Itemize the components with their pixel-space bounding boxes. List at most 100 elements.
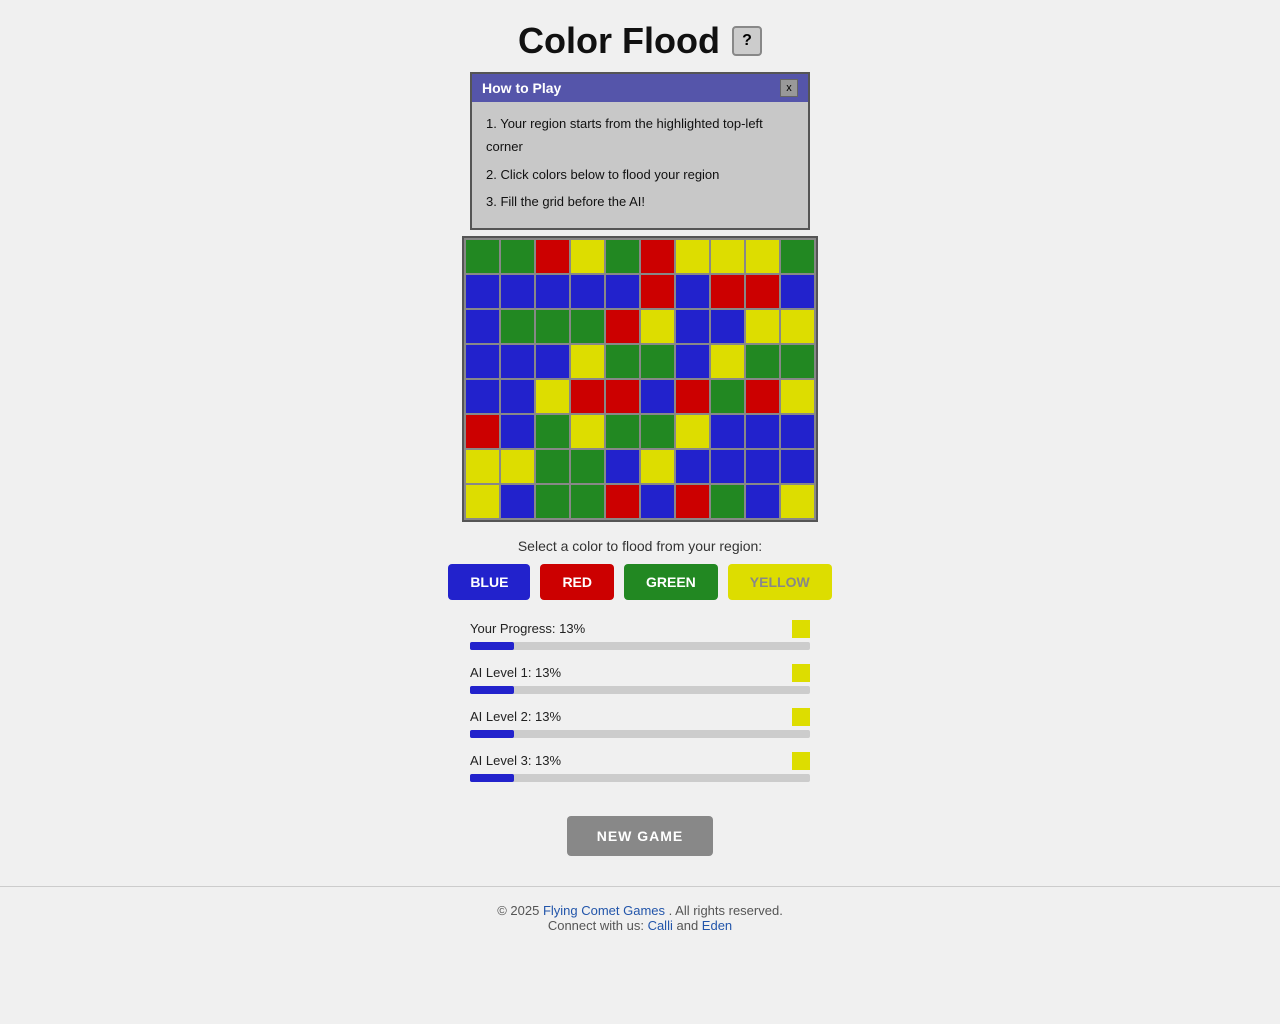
grid-cell xyxy=(676,415,709,448)
select-label: Select a color to flood from your region… xyxy=(518,538,762,554)
grid-cell xyxy=(641,240,674,273)
grid-cell xyxy=(711,240,744,273)
grid-cell xyxy=(606,415,639,448)
grid-cell xyxy=(676,345,709,378)
grid-cell xyxy=(781,485,814,518)
grid-cell xyxy=(676,485,709,518)
and-text: and xyxy=(676,918,701,933)
instruction-1: 1. Your region starts from the highlight… xyxy=(486,112,794,159)
progress-track xyxy=(470,730,810,738)
grid-cell xyxy=(711,345,744,378)
grid-cell xyxy=(746,485,779,518)
grid-cell xyxy=(536,415,569,448)
close-button[interactable]: x xyxy=(780,79,798,97)
progress-fill xyxy=(470,642,514,650)
blue-button[interactable]: BLUE xyxy=(448,564,530,600)
grid-cell xyxy=(781,310,814,343)
grid-cell xyxy=(536,380,569,413)
grid-cell xyxy=(606,310,639,343)
grid-cell xyxy=(571,450,604,483)
progress-color-indicator xyxy=(792,752,810,770)
grid-cell xyxy=(641,345,674,378)
grid-cell xyxy=(606,275,639,308)
progress-row: AI Level 3: 13% xyxy=(470,752,810,782)
grid-cell xyxy=(571,415,604,448)
page-container: Color Flood ? How to Play x 1. Your regi… xyxy=(0,0,1280,949)
progress-fill xyxy=(470,686,514,694)
grid-cell xyxy=(711,275,744,308)
progress-label-row: AI Level 3: 13% xyxy=(470,752,810,770)
progress-row: Your Progress: 13% xyxy=(470,620,810,650)
yellow-button[interactable]: YELLOW xyxy=(728,564,832,600)
page-title: Color Flood xyxy=(518,20,720,62)
grid-cell xyxy=(746,450,779,483)
grid-cell xyxy=(746,240,779,273)
progress-fill xyxy=(470,730,514,738)
grid-cell xyxy=(781,450,814,483)
grid-cell xyxy=(781,240,814,273)
grid-cell xyxy=(641,415,674,448)
grid-cell xyxy=(466,450,499,483)
how-to-play-title: How to Play xyxy=(482,80,561,96)
title-row: Color Flood ? xyxy=(518,20,762,62)
grid-cell xyxy=(676,380,709,413)
footer: © 2025 Flying Comet Games . All rights r… xyxy=(0,886,1280,949)
progress-label-text: AI Level 2: 13% xyxy=(470,709,561,724)
connect-text: Connect with us: xyxy=(548,918,644,933)
red-button[interactable]: RED xyxy=(540,564,614,600)
grid-cell xyxy=(746,415,779,448)
grid-cell xyxy=(711,450,744,483)
grid-cell xyxy=(536,275,569,308)
instruction-3: 3. Fill the grid before the AI! xyxy=(486,190,794,213)
color-buttons: BLUE RED GREEN YELLOW xyxy=(448,564,831,600)
grid-cell xyxy=(641,275,674,308)
grid-cell xyxy=(746,380,779,413)
grid-cell xyxy=(641,380,674,413)
grid-cell xyxy=(571,240,604,273)
grid-cell xyxy=(466,380,499,413)
grid-cell xyxy=(501,485,534,518)
grid-cell xyxy=(536,345,569,378)
grid-cell xyxy=(571,485,604,518)
grid-cell xyxy=(746,275,779,308)
grid-cell xyxy=(641,310,674,343)
grid-cell xyxy=(641,450,674,483)
grid-cell xyxy=(501,450,534,483)
progress-color-indicator xyxy=(792,708,810,726)
progress-section: Your Progress: 13% AI Level 1: 13% AI Leve… xyxy=(470,620,810,796)
progress-label-text: AI Level 3: 13% xyxy=(470,753,561,768)
green-button[interactable]: GREEN xyxy=(624,564,718,600)
progress-label-text: Your Progress: 13% xyxy=(470,621,585,636)
progress-color-indicator xyxy=(792,664,810,682)
grid-cell xyxy=(466,275,499,308)
grid-cell xyxy=(536,450,569,483)
progress-row: AI Level 1: 13% xyxy=(470,664,810,694)
eden-link[interactable]: Eden xyxy=(702,918,732,933)
new-game-button[interactable]: NEW GAME xyxy=(567,816,714,856)
grid-cell xyxy=(676,240,709,273)
grid-cell xyxy=(466,485,499,518)
grid-cell xyxy=(781,345,814,378)
grid-cell xyxy=(676,275,709,308)
grid-cell xyxy=(501,345,534,378)
grid-cell xyxy=(466,415,499,448)
grid-cell xyxy=(711,485,744,518)
grid-cell xyxy=(571,345,604,378)
grid-cell xyxy=(781,380,814,413)
progress-fill xyxy=(470,774,514,782)
instruction-2: 2. Click colors below to flood your regi… xyxy=(486,163,794,186)
company-link[interactable]: Flying Comet Games xyxy=(543,903,665,918)
grid-cell xyxy=(606,240,639,273)
grid-cell xyxy=(501,275,534,308)
grid-cell xyxy=(466,345,499,378)
grid-cell xyxy=(641,485,674,518)
grid-cell xyxy=(536,240,569,273)
help-button[interactable]: ? xyxy=(732,26,762,56)
footer-connect-row: Connect with us: Calli and Eden xyxy=(16,918,1264,933)
grid-cell xyxy=(711,380,744,413)
calli-link[interactable]: Calli xyxy=(648,918,673,933)
grid-cell xyxy=(571,380,604,413)
progress-track xyxy=(470,642,810,650)
grid-cell xyxy=(746,310,779,343)
progress-label-row: AI Level 1: 13% xyxy=(470,664,810,682)
